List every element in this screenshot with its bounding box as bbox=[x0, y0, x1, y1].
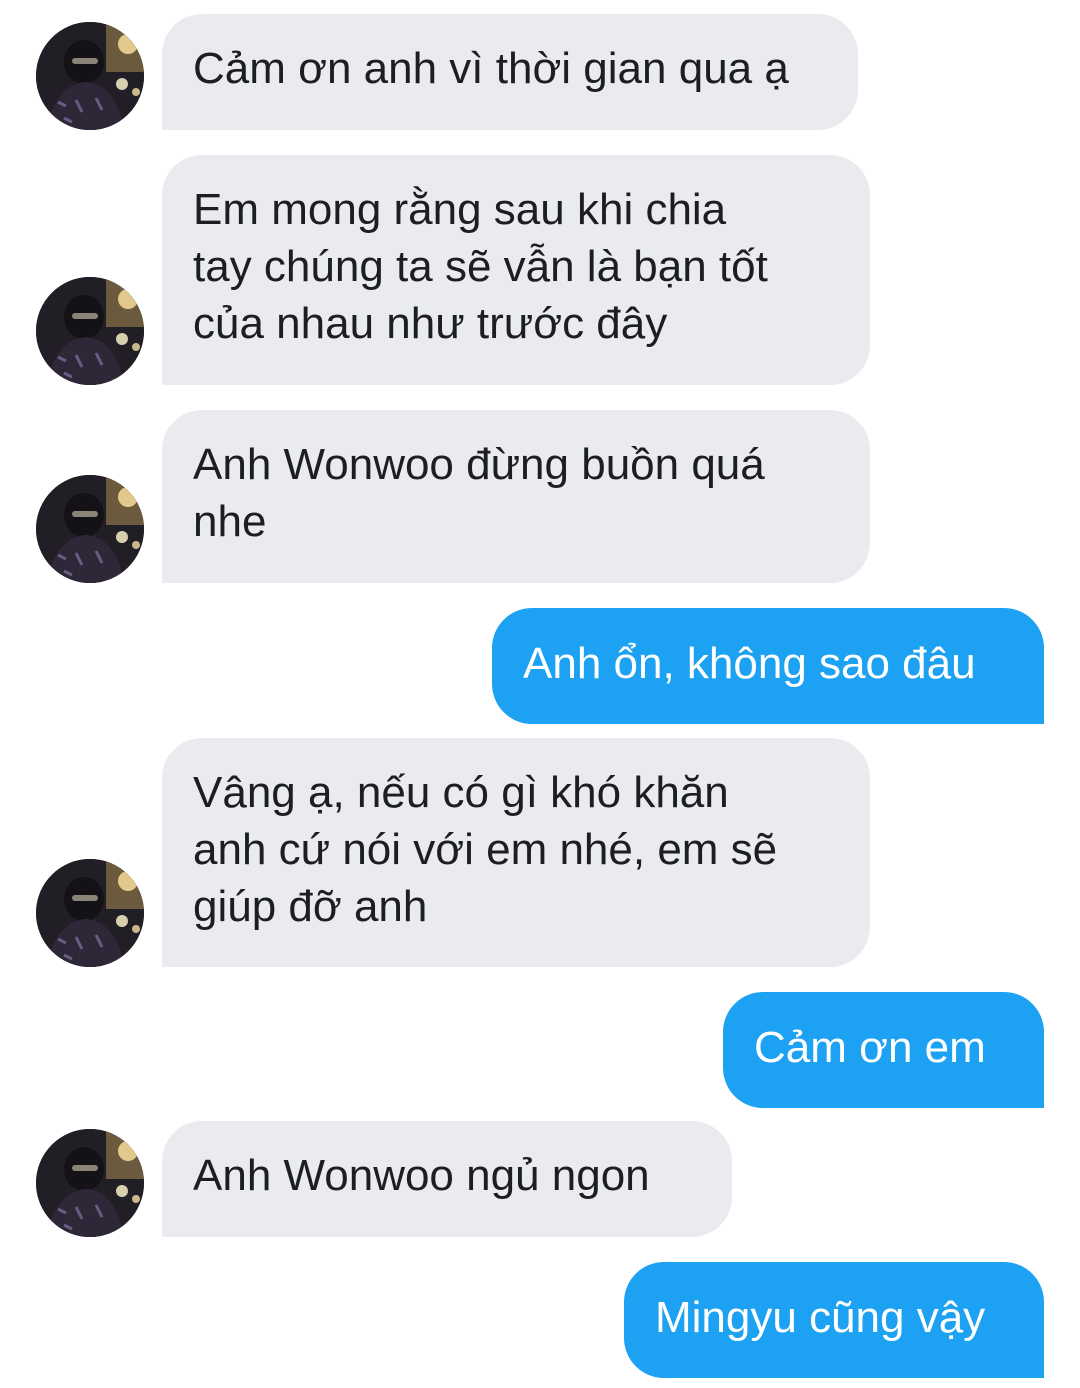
avatar-photo-icon bbox=[36, 277, 144, 385]
avatar-photo-icon bbox=[36, 22, 144, 130]
outgoing-message-bubble[interactable]: Mingyu cũng vậy bbox=[624, 1262, 1044, 1378]
contact-avatar[interactable] bbox=[36, 1129, 144, 1237]
incoming-message-bubble[interactable]: Anh Wonwoo đừng buồn quá nhe bbox=[162, 410, 870, 583]
outgoing-message-bubble[interactable]: Cảm ơn em bbox=[723, 992, 1044, 1108]
avatar-photo-icon bbox=[36, 859, 144, 967]
contact-avatar[interactable] bbox=[36, 859, 144, 967]
contact-avatar[interactable] bbox=[36, 277, 144, 385]
incoming-message-bubble[interactable]: Cảm ơn anh vì thời gian qua ạ bbox=[162, 14, 858, 130]
contact-avatar[interactable] bbox=[36, 475, 144, 583]
avatar-photo-icon bbox=[36, 1129, 144, 1237]
incoming-message-bubble[interactable]: Em mong rằng sau khi chia tay chúng ta s… bbox=[162, 155, 870, 385]
contact-avatar[interactable] bbox=[36, 22, 144, 130]
incoming-message-bubble[interactable]: Vâng ạ, nếu có gì khó khăn anh cứ nói vớ… bbox=[162, 738, 870, 967]
avatar-photo-icon bbox=[36, 475, 144, 583]
incoming-message-bubble[interactable]: Anh Wonwoo ngủ ngon bbox=[162, 1121, 732, 1237]
outgoing-message-bubble[interactable]: Anh ổn, không sao đâu bbox=[492, 608, 1044, 724]
